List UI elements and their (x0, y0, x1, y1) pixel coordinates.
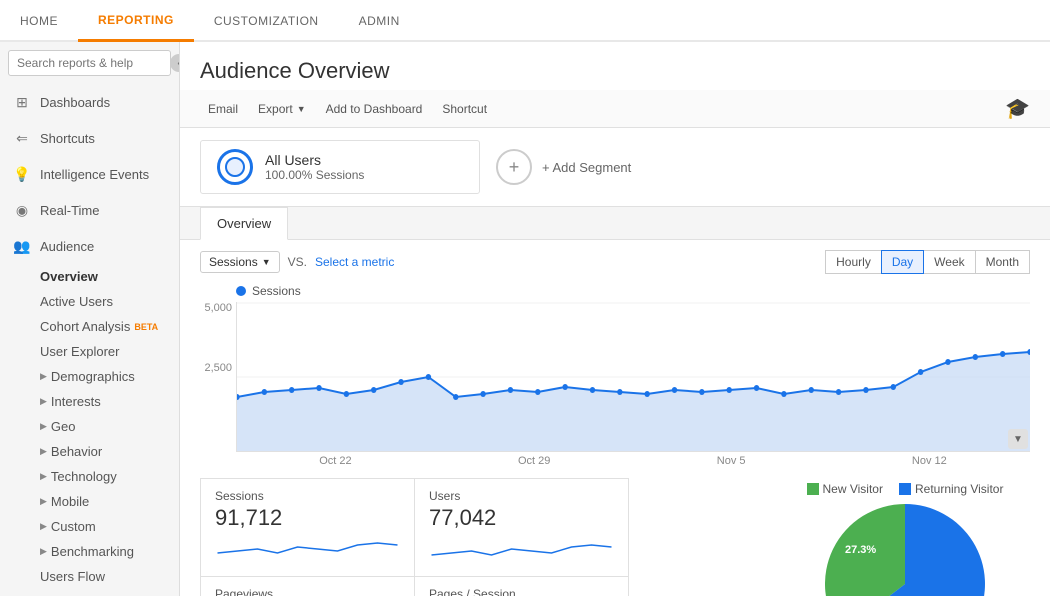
chart-x-labels: Oct 22 Oct 29 Nov 5 Nov 12 (236, 452, 1030, 470)
y-label-mid: 2,500 (204, 362, 232, 374)
page-title: Audience Overview (200, 58, 1030, 84)
sparkline-users (429, 535, 614, 563)
vs-label: VS. (288, 255, 307, 269)
search-input[interactable] (8, 50, 171, 76)
email-button[interactable]: Email (200, 98, 246, 120)
shortcuts-icon: ⇐ (12, 128, 32, 148)
dashboards-icon: ⊞ (12, 92, 32, 112)
sidebar-item-user-explorer[interactable]: User Explorer (0, 339, 179, 364)
stat-card-pages-session: Pages / Session 2.58 (414, 576, 629, 596)
content-header: Audience Overview (180, 42, 1050, 90)
export-button[interactable]: Export ▼ (250, 98, 314, 120)
metric-dropdown-icon: ▼ (262, 257, 271, 267)
pie-section: New Visitor Returning Visitor 27 (780, 478, 1030, 596)
shortcut-button[interactable]: Shortcut (434, 98, 495, 120)
chart-container: ▼ (236, 302, 1030, 452)
add-segment-circle: + (496, 149, 532, 185)
sidebar-item-audience[interactable]: 👥 Audience (0, 228, 179, 264)
tab-overview[interactable]: Overview (200, 207, 288, 240)
pie-legend-returning-visitor: Returning Visitor (899, 482, 1004, 496)
add-segment-button[interactable]: + + Add Segment (496, 149, 631, 185)
segment-bar: All Users 100.00% Sessions + + Add Segme… (180, 128, 1050, 207)
metric-select[interactable]: Sessions ▼ (200, 251, 280, 273)
pie-legend-new-visitor: New Visitor (807, 482, 883, 496)
sidebar-item-technology[interactable]: ▶ Technology (0, 464, 179, 489)
time-button-group: Hourly Day Week Month (825, 250, 1030, 274)
time-btn-month[interactable]: Month (975, 250, 1030, 274)
stat-card-users: Users 77,042 (414, 478, 629, 577)
sidebar-item-demographics[interactable]: ▶ Demographics (0, 364, 179, 389)
sidebar-item-interests[interactable]: ▶ Interests (0, 389, 179, 414)
stat-card-pageviews: Pageviews 237,008 (200, 576, 415, 596)
stat-value-sessions: 91,712 (215, 505, 400, 531)
realtime-icon: ◉ (12, 200, 32, 220)
add-segment-label: + Add Segment (542, 160, 631, 175)
stats-grid: Sessions 91,712 Users 77,042 Pagev (200, 478, 780, 596)
stat-label-pages-session: Pages / Session (429, 587, 614, 596)
audience-icon: 👥 (12, 236, 32, 256)
time-btn-hourly[interactable]: Hourly (825, 250, 882, 274)
sessions-legend-label: Sessions (252, 284, 301, 298)
intelligence-icon: 💡 (12, 164, 32, 184)
sidebar-item-cohort-analysis[interactable]: Cohort Analysis BETA (0, 314, 179, 339)
sidebar-item-benchmarking[interactable]: ▶ Benchmarking (0, 539, 179, 564)
sidebar-item-realtime[interactable]: ◉ Real-Time (0, 192, 179, 228)
sidebar: ‹ ⊞ Dashboards ⇐ Shortcuts 💡 Intelligenc… (0, 42, 180, 596)
chart-controls: Sessions ▼ VS. Select a metric Hourly Da… (180, 240, 1050, 284)
top-nav: HOME REPORTING CUSTOMIZATION ADMIN (0, 0, 1050, 42)
nav-item-admin[interactable]: ADMIN (339, 0, 420, 42)
sidebar-item-intelligence[interactable]: 💡 Intelligence Events (0, 156, 179, 192)
segment-sessions: 100.00% Sessions (265, 168, 364, 182)
stat-value-users: 77,042 (429, 505, 614, 531)
sidebar-item-active-users[interactable]: Active Users (0, 289, 179, 314)
bottom-section: Sessions 91,712 Users 77,042 Pagev (180, 478, 1050, 596)
sessions-chart (237, 302, 1030, 452)
sessions-legend-dot (236, 286, 246, 296)
y-label-top: 5,000 (204, 302, 232, 314)
beta-badge: BETA (134, 322, 158, 332)
sidebar-item-shortcuts[interactable]: ⇐ Shortcuts (0, 120, 179, 156)
time-btn-week[interactable]: Week (923, 250, 975, 274)
hat-icon[interactable]: 🎓 (1005, 96, 1030, 121)
x-label-nov5: Nov 5 (717, 455, 746, 467)
content-area: Audience Overview Email Export ▼ Add to … (180, 42, 1050, 596)
select-metric-link[interactable]: Select a metric (315, 255, 394, 269)
returning-visitor-color (899, 483, 911, 495)
chart-legend: Sessions (236, 284, 1030, 298)
toolbar: Email Export ▼ Add to Dashboard Shortcut… (180, 90, 1050, 128)
nav-item-home[interactable]: HOME (0, 0, 78, 42)
sparkline-sessions (215, 535, 400, 563)
stat-label-pageviews: Pageviews (215, 587, 400, 596)
segment-name: All Users (265, 152, 364, 168)
all-users-segment[interactable]: All Users 100.00% Sessions (200, 140, 480, 194)
x-label-nov12: Nov 12 (912, 455, 947, 467)
add-to-dashboard-button[interactable]: Add to Dashboard (318, 98, 431, 120)
sidebar-item-dashboards[interactable]: ⊞ Dashboards (0, 84, 179, 120)
new-visitor-pct: 27.3% (845, 544, 876, 556)
export-dropdown-icon: ▼ (297, 104, 306, 114)
tab-bar: Overview (180, 207, 1050, 240)
x-label-oct22: Oct 22 (319, 455, 351, 467)
pie-legend: New Visitor Returning Visitor (807, 482, 1004, 496)
stat-label-users: Users (429, 489, 614, 503)
sidebar-item-geo[interactable]: ▶ Geo (0, 414, 179, 439)
stat-label-sessions: Sessions (215, 489, 400, 503)
segment-circle (217, 149, 253, 185)
chart-section: Sessions 5,000 2,500 (180, 284, 1050, 470)
sidebar-item-overview[interactable]: Overview (0, 264, 179, 289)
time-btn-day[interactable]: Day (881, 250, 924, 274)
nav-item-customization[interactable]: CUSTOMIZATION (194, 0, 339, 42)
sidebar-item-custom[interactable]: ▶ Custom (0, 514, 179, 539)
new-visitor-color (807, 483, 819, 495)
sidebar-item-users-flow[interactable]: Users Flow (0, 564, 179, 589)
sidebar-item-behavior[interactable]: ▶ Behavior (0, 439, 179, 464)
x-label-oct29: Oct 29 (518, 455, 550, 467)
sidebar-item-mobile[interactable]: ▶ Mobile (0, 489, 179, 514)
stat-card-sessions: Sessions 91,712 (200, 478, 415, 577)
nav-item-reporting[interactable]: REPORTING (78, 0, 194, 42)
